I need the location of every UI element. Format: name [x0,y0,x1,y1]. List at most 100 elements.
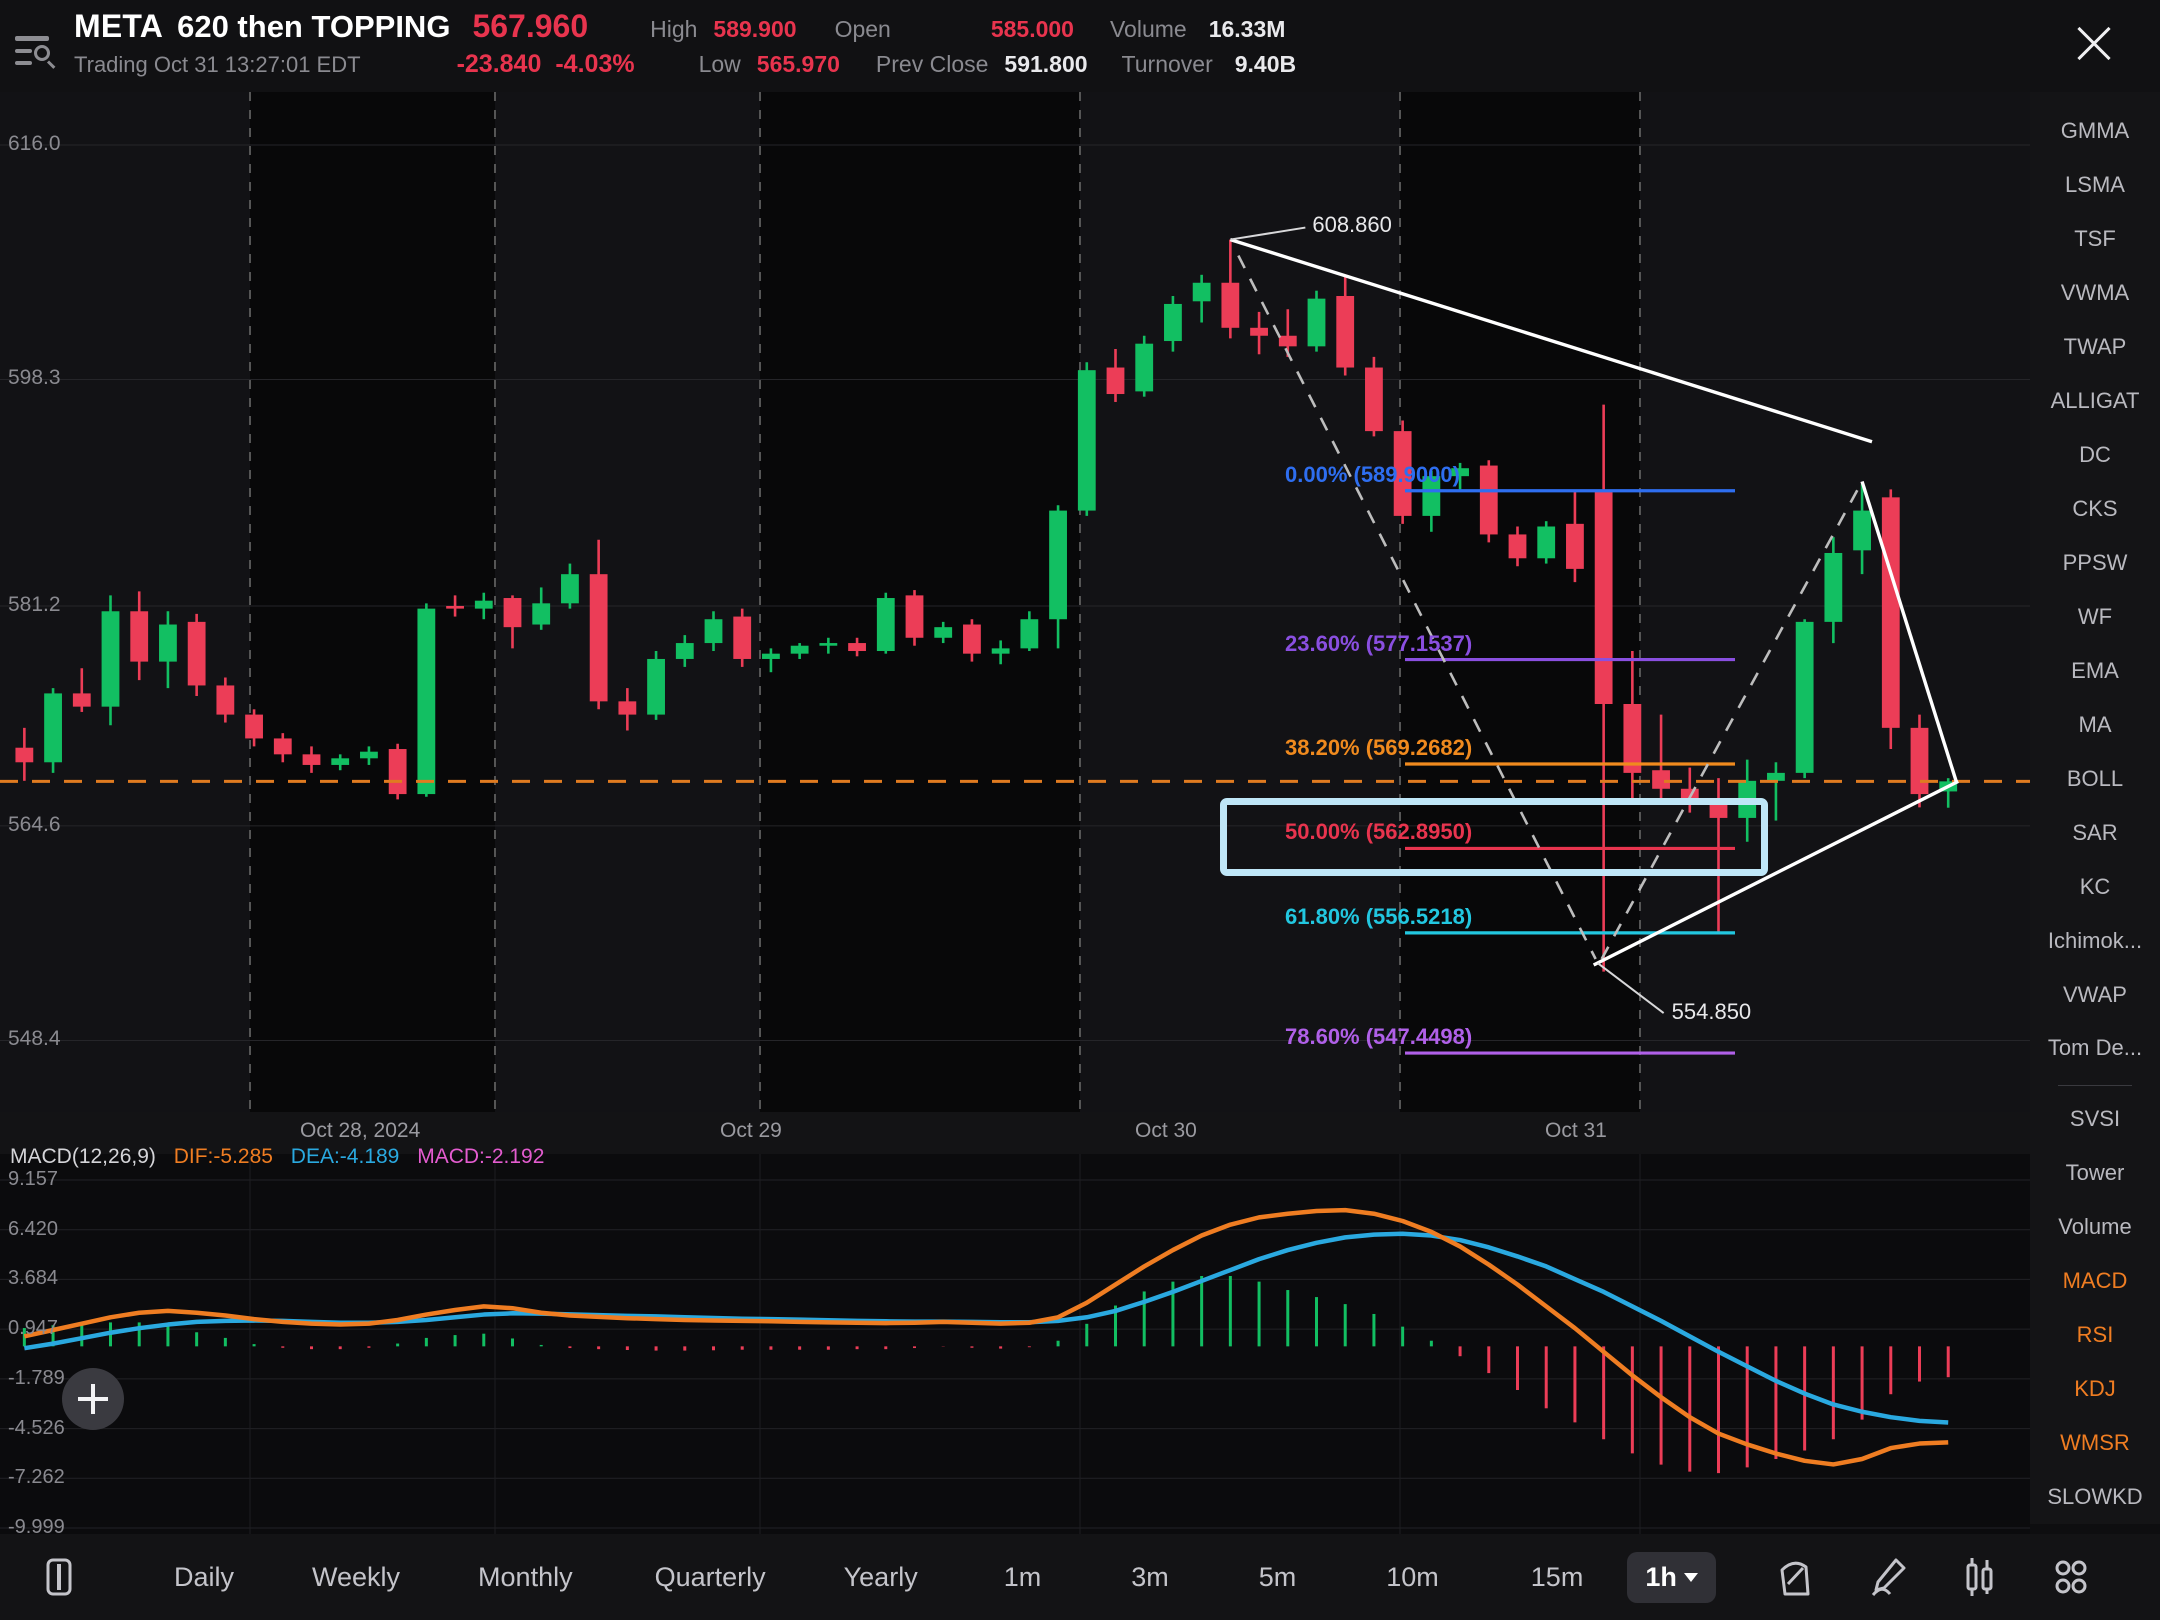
stat-turnover-label: Turnover [1121,51,1213,77]
candlestick-icon[interactable] [1956,1554,2002,1600]
stat-low-label: Low [698,51,741,77]
period-yearly[interactable]: Yearly [844,1562,918,1593]
macd-pane[interactable]: MACD(12,26,9) DIF:-5.285 DEA:-4.189 MACD… [0,1145,2030,1538]
plus-icon[interactable] [62,1368,124,1430]
sidebar-item-vwma[interactable]: VWMA [2030,266,2160,320]
stat-prevclose-label: Prev Close [875,51,989,77]
macd-legend: MACD(12,26,9) DIF:-5.285 DEA:-4.189 MACD… [10,1145,544,1169]
stat-volume: Volume 16.33M [1110,16,1285,43]
sidebar-item-alligat[interactable]: ALLIGAT [2030,374,2160,428]
macd-axis-tick: 6.420 [8,1217,59,1240]
macd-axis-tick: -4.526 [8,1416,65,1439]
sidebar-item-wmsr[interactable]: WMSR [2030,1416,2160,1470]
quote-primary-row: META 620 then TOPPING 567.960 High 589.9… [74,8,1285,45]
price-chart-canvas [0,92,2030,1112]
close-icon[interactable] [2068,18,2120,70]
price-change: -23.840 [456,50,542,78]
sidebar-item-tower[interactable]: Tower [2030,1146,2160,1200]
sidebar-item-twap[interactable]: TWAP [2030,320,2160,374]
period-group[interactable]: Daily Weekly Monthly Quarterly Yearly [82,1562,918,1593]
sidebar-item-tom-de[interactable]: Tom De... [2030,1021,2160,1075]
stat-open-value: 585.000 [990,16,1074,42]
macd-axis-tick: -1.789 [8,1366,65,1389]
sidebar-item-gmma[interactable]: GMMA [2030,104,2160,158]
sidebar-item-dc[interactable]: DC [2030,428,2160,482]
stat-high-value: 589.900 [713,16,797,42]
sidebar-item-ichimok[interactable]: Ichimok... [2030,914,2160,968]
interval-10m[interactable]: 10m [1386,1562,1439,1593]
macd-title-label: MACD(12,26,9) [10,1145,156,1168]
sidebar-item-ema[interactable]: EMA [2030,644,2160,698]
sidebar-item-svsi[interactable]: SVSI [2030,1092,2160,1146]
period-monthly[interactable]: Monthly [478,1562,573,1593]
grid-apps-icon[interactable] [2048,1554,2094,1600]
sidebar-item-sar[interactable]: SAR [2030,806,2160,860]
stat-prevclose-value: 591.800 [1004,51,1088,77]
macd-canvas [0,1154,2030,1534]
indicator-sidebar[interactable]: GMMA LSMA TSF VWMA TWAP ALLIGAT DC CKS PPSW WF EMA… [2030,92,2160,1524]
interval-3m[interactable]: 3m [1131,1562,1169,1593]
sidebar-item-macd[interactable]: MACD [2030,1254,2160,1308]
stat-open-label: Open [834,16,891,42]
draw-pen-icon[interactable] [1864,1554,1910,1600]
bottom-toolbar[interactable]: Daily Weekly Monthly Quarterly Yearly 1m 3m 5m… [0,1534,2160,1620]
macd-dea-value: DEA:-4.189 [290,1145,400,1168]
sidebar-item-ma[interactable]: MA [2030,698,2160,752]
stat-volume-label: Volume [1109,16,1187,42]
sidebar-item-slowkd[interactable]: SLOWKD [2030,1470,2160,1524]
stat-low-value: 565.970 [756,51,840,77]
sidebar-divider [2058,1085,2132,1087]
quote-header: META 620 then TOPPING 567.960 High 589.9… [0,0,2160,92]
chart-app-window: META 620 then TOPPING 567.960 High 589.9… [0,0,2160,1620]
sidebar-item-rsi[interactable]: RSI [2030,1308,2160,1362]
symbol-note: 620 then TOPPING [177,9,451,44]
price-change-pct: -4.03% [555,50,635,78]
active-interval-label: 1h [1645,1561,1677,1592]
list-search-icon[interactable] [10,30,56,70]
macd-axis-tick: -7.262 [8,1466,65,1489]
last-price: 567.960 [472,8,589,44]
sidebar-item-wf[interactable]: WF [2030,590,2160,644]
stat-turnover-value: 9.40B [1234,51,1297,77]
macd-axis-tick: 9.157 [8,1168,59,1190]
stat-high-label: High [650,16,698,42]
interval-15m[interactable]: 15m [1531,1562,1584,1593]
trading-status: Trading Oct 31 13:27:01 EDT [74,52,361,77]
date-axis-tick: Oct 30 [1135,1119,1197,1142]
period-quarterly[interactable]: Quarterly [655,1562,766,1593]
active-interval-button[interactable]: 1h [1627,1551,1716,1603]
interval-group[interactable]: 1m 3m 5m 10m 15m [918,1562,1584,1593]
stat-open: Open 585.000 [835,16,1074,43]
sidebar-item-tsf[interactable]: TSF [2030,212,2160,266]
date-axis-tick: Oct 29 [720,1119,782,1142]
price-chart-pane[interactable] [0,92,2030,1112]
date-axis-tick: Oct 28, 2024 [300,1119,421,1142]
stat-low: Low 565.970 [699,51,840,78]
sidebar-item-vwap[interactable]: VWAP [2030,968,2160,1022]
stat-prevclose: Prev Close 591.800 [876,51,1088,78]
gauge-icon[interactable] [1772,1554,1818,1600]
split-layout-icon[interactable] [36,1554,82,1600]
interval-1m[interactable]: 1m [1004,1562,1042,1593]
sidebar-item-cks[interactable]: CKS [2030,482,2160,536]
stat-volume-value: 16.33M [1208,16,1286,42]
stat-turnover: Turnover 9.40B [1122,51,1297,78]
sidebar-item-kdj[interactable]: KDJ [2030,1362,2160,1416]
stat-high: High 589.900 [650,16,796,43]
macd-axis-tick: 0.947 [8,1317,59,1340]
sidebar-item-lsma[interactable]: LSMA [2030,158,2160,212]
period-weekly[interactable]: Weekly [312,1562,400,1593]
macd-axis-tick: 3.684 [8,1267,59,1290]
date-axis-tick: Oct 31 [1545,1119,1607,1142]
sidebar-item-ppsw[interactable]: PPSW [2030,536,2160,590]
macd-macd-value: MACD:-2.192 [417,1145,545,1168]
symbol-ticker: META [74,8,164,44]
sidebar-item-kc[interactable]: KC [2030,860,2160,914]
macd-dif-value: DIF:-5.285 [173,1145,273,1168]
chevron-down-icon [1683,1572,1698,1582]
period-daily[interactable]: Daily [174,1562,234,1593]
quote-secondary-row: Trading Oct 31 13:27:01 EDT -23.840 -4.0… [74,50,1296,79]
sidebar-item-boll[interactable]: BOLL [2030,752,2160,806]
sidebar-item-volume[interactable]: Volume [2030,1200,2160,1254]
interval-5m[interactable]: 5m [1259,1562,1297,1593]
